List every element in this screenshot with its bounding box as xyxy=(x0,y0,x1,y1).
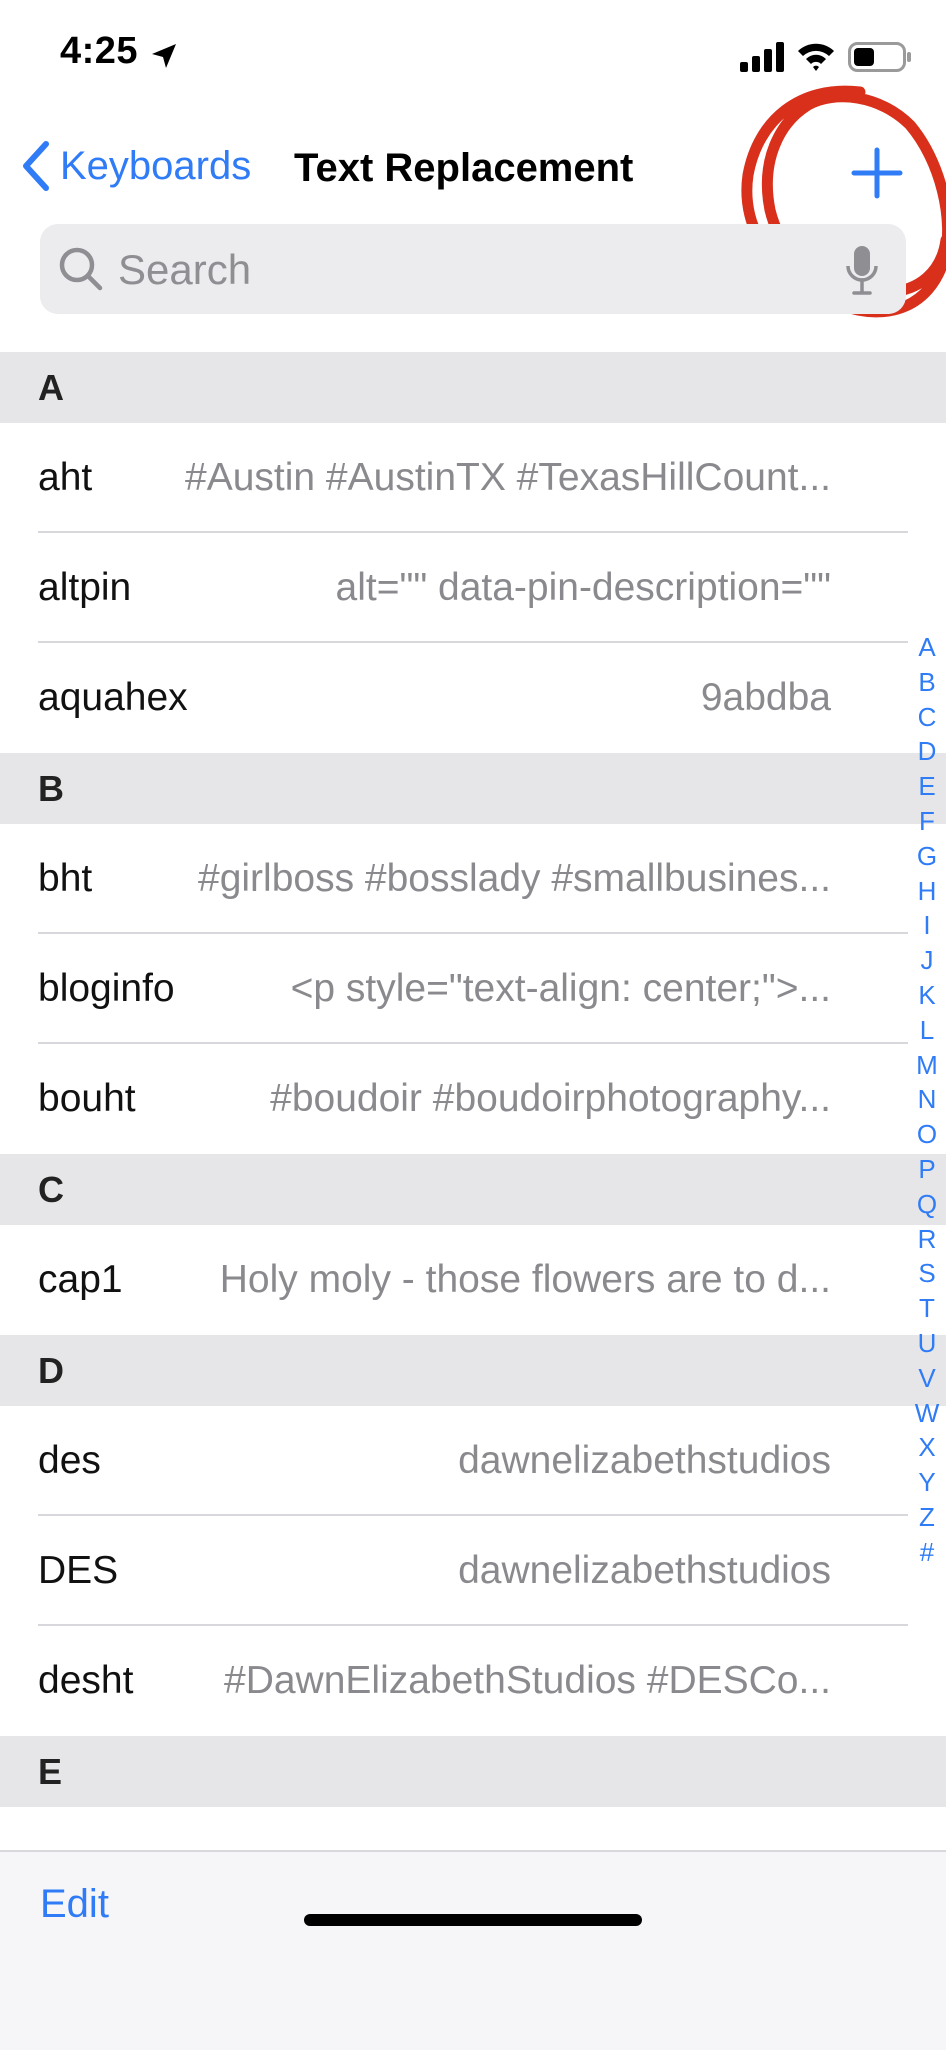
section-index[interactable]: A B C D E F G H I J K L M N O P Q R S T … xyxy=(908,630,946,1570)
phrase-text: #boudoir #boudoirphotography... xyxy=(270,1077,831,1120)
phrase-text: Holy moly - those flowers are to d... xyxy=(219,1258,831,1301)
cellular-signal-icon xyxy=(740,42,784,72)
section-header-c: C xyxy=(0,1154,946,1225)
shortcut-text: aht xyxy=(38,456,93,499)
back-button[interactable]: Keyboards xyxy=(20,140,251,192)
home-indicator[interactable] xyxy=(304,1914,642,1926)
section-header-b: B xyxy=(0,753,946,824)
chevron-left-icon xyxy=(23,141,49,191)
list-item[interactable]: des dawnelizabethstudios xyxy=(0,1406,946,1516)
index-letter[interactable]: L xyxy=(908,1013,946,1048)
index-letter[interactable]: M xyxy=(908,1048,946,1083)
phrase-text: #girlboss #bosslady #smallbusines... xyxy=(198,857,831,900)
section-letter: A xyxy=(38,366,64,408)
shortcut-text: bloginfo xyxy=(38,967,175,1010)
microphone-icon[interactable] xyxy=(844,244,880,296)
section-header-a: A xyxy=(0,352,946,423)
section-letter: B xyxy=(38,767,64,809)
page-title: Text Replacement xyxy=(294,146,634,190)
add-icon[interactable] xyxy=(842,138,912,208)
section-header-e: E xyxy=(0,1736,946,1807)
index-letter[interactable]: N xyxy=(908,1082,946,1117)
shortcut-text: desht xyxy=(38,1659,134,1702)
shortcut-text: aquahex xyxy=(38,676,188,719)
shortcut-text: cap1 xyxy=(38,1258,123,1301)
shortcut-text: altpin xyxy=(38,566,132,609)
index-letter[interactable]: # xyxy=(908,1535,946,1570)
search-input[interactable] xyxy=(116,236,800,304)
index-letter[interactable]: K xyxy=(908,978,946,1013)
index-letter[interactable]: P xyxy=(908,1152,946,1187)
phrase-text: dawnelizabethstudios xyxy=(458,1549,831,1592)
index-letter[interactable]: T xyxy=(908,1291,946,1326)
index-letter[interactable]: D xyxy=(908,734,946,769)
index-letter[interactable]: E xyxy=(908,769,946,804)
phrase-text: alt="" data-pin-description="" xyxy=(335,566,831,609)
list-item[interactable]: DES dawnelizabethstudios xyxy=(0,1516,946,1626)
list-item[interactable]: bouht #boudoir #boudoirphotography... xyxy=(0,1044,946,1154)
index-letter[interactable]: C xyxy=(908,700,946,735)
index-letter[interactable]: O xyxy=(908,1117,946,1152)
edit-button[interactable]: Edit xyxy=(40,1882,109,1927)
index-letter[interactable]: G xyxy=(908,839,946,874)
shortcut-text: des xyxy=(38,1439,101,1482)
index-letter[interactable]: R xyxy=(908,1222,946,1257)
list-item[interactable]: cap1 Holy moly - those flowers are to d.… xyxy=(0,1225,946,1335)
phrase-text: <p style="text-align: center;">... xyxy=(290,967,831,1010)
index-letter[interactable]: J xyxy=(908,943,946,978)
section-header-d: D xyxy=(0,1335,946,1406)
index-letter[interactable]: I xyxy=(908,908,946,943)
phrase-text: #DawnElizabethStudios #DESCo... xyxy=(224,1659,831,1702)
index-letter[interactable]: B xyxy=(908,665,946,700)
shortcut-text: bouht xyxy=(38,1077,136,1120)
back-button-label: Keyboards xyxy=(60,143,252,188)
list-item[interactable]: bloginfo <p style="text-align: center;">… xyxy=(0,934,946,1044)
index-letter[interactable]: F xyxy=(908,804,946,839)
phrase-text: 9abdba xyxy=(700,676,831,719)
battery-icon xyxy=(848,42,911,72)
index-letter[interactable]: X xyxy=(908,1430,946,1465)
navigation-bar: Keyboards Text Replacement xyxy=(0,110,946,220)
section-letter: C xyxy=(38,1168,64,1210)
index-letter[interactable]: Q xyxy=(908,1187,946,1222)
index-letter[interactable]: Z xyxy=(908,1500,946,1535)
search-bar[interactable] xyxy=(40,224,906,314)
status-bar: 4:25 xyxy=(0,0,946,110)
list-item[interactable]: aquahex 9abdba xyxy=(0,643,946,753)
shortcut-text: DES xyxy=(38,1549,119,1592)
list-item[interactable]: desht #DawnElizabethStudios #DESCo... xyxy=(0,1626,946,1736)
section-letter: E xyxy=(38,1750,63,1792)
list-item[interactable]: aht #Austin #AustinTX #TexasHillCount... xyxy=(0,423,946,533)
phrase-text: #Austin #AustinTX #TexasHillCount... xyxy=(185,456,831,499)
index-letter[interactable]: U xyxy=(908,1326,946,1361)
section-letter: D xyxy=(38,1349,64,1391)
status-time: 4:25 xyxy=(60,30,139,72)
replacements-list: A aht #Austin #AustinTX #TexasHillCount.… xyxy=(0,352,946,1807)
list-item[interactable]: bht #girlboss #bosslady #smallbusines... xyxy=(0,824,946,934)
index-letter[interactable]: W xyxy=(908,1396,946,1431)
wifi-icon xyxy=(798,43,834,71)
index-letter[interactable]: S xyxy=(908,1256,946,1291)
index-letter[interactable]: A xyxy=(908,630,946,665)
list-item[interactable]: altpin alt="" data-pin-description="" xyxy=(0,533,946,643)
location-arrow-icon xyxy=(152,44,176,68)
shortcut-text: bht xyxy=(38,857,93,900)
index-letter[interactable]: V xyxy=(908,1361,946,1396)
phrase-text: dawnelizabethstudios xyxy=(458,1439,831,1482)
search-icon xyxy=(59,247,103,291)
index-letter[interactable]: H xyxy=(908,874,946,909)
bottom-toolbar: Edit xyxy=(0,1850,946,2050)
index-letter[interactable]: Y xyxy=(908,1465,946,1500)
